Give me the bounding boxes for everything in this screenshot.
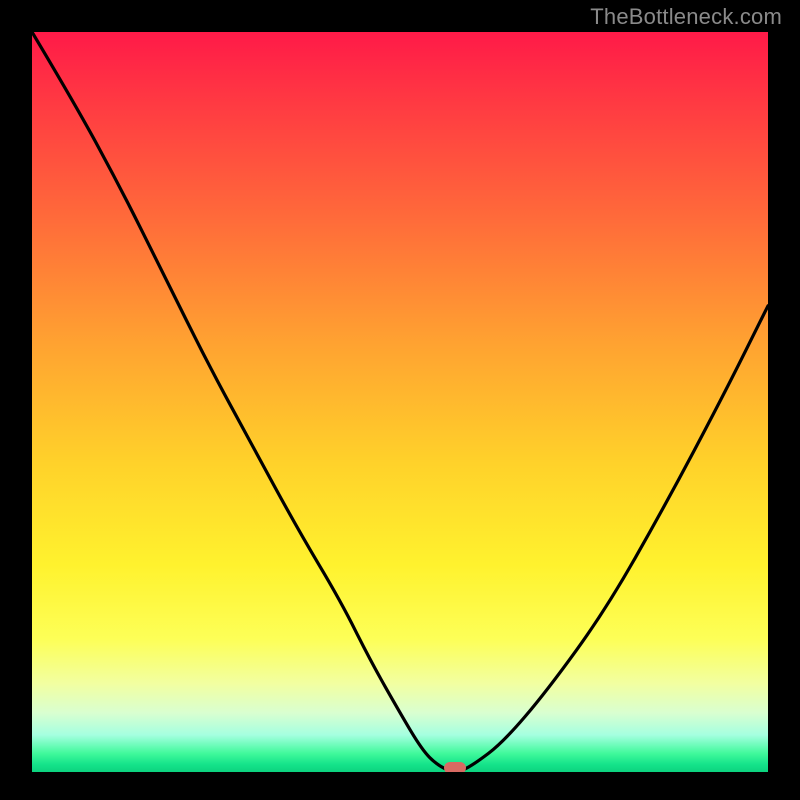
plot-area	[32, 32, 768, 772]
minimum-marker	[444, 762, 466, 772]
chart-container: TheBottleneck.com	[0, 0, 800, 800]
watermark-text: TheBottleneck.com	[590, 4, 782, 30]
bottleneck-curve	[32, 32, 768, 772]
